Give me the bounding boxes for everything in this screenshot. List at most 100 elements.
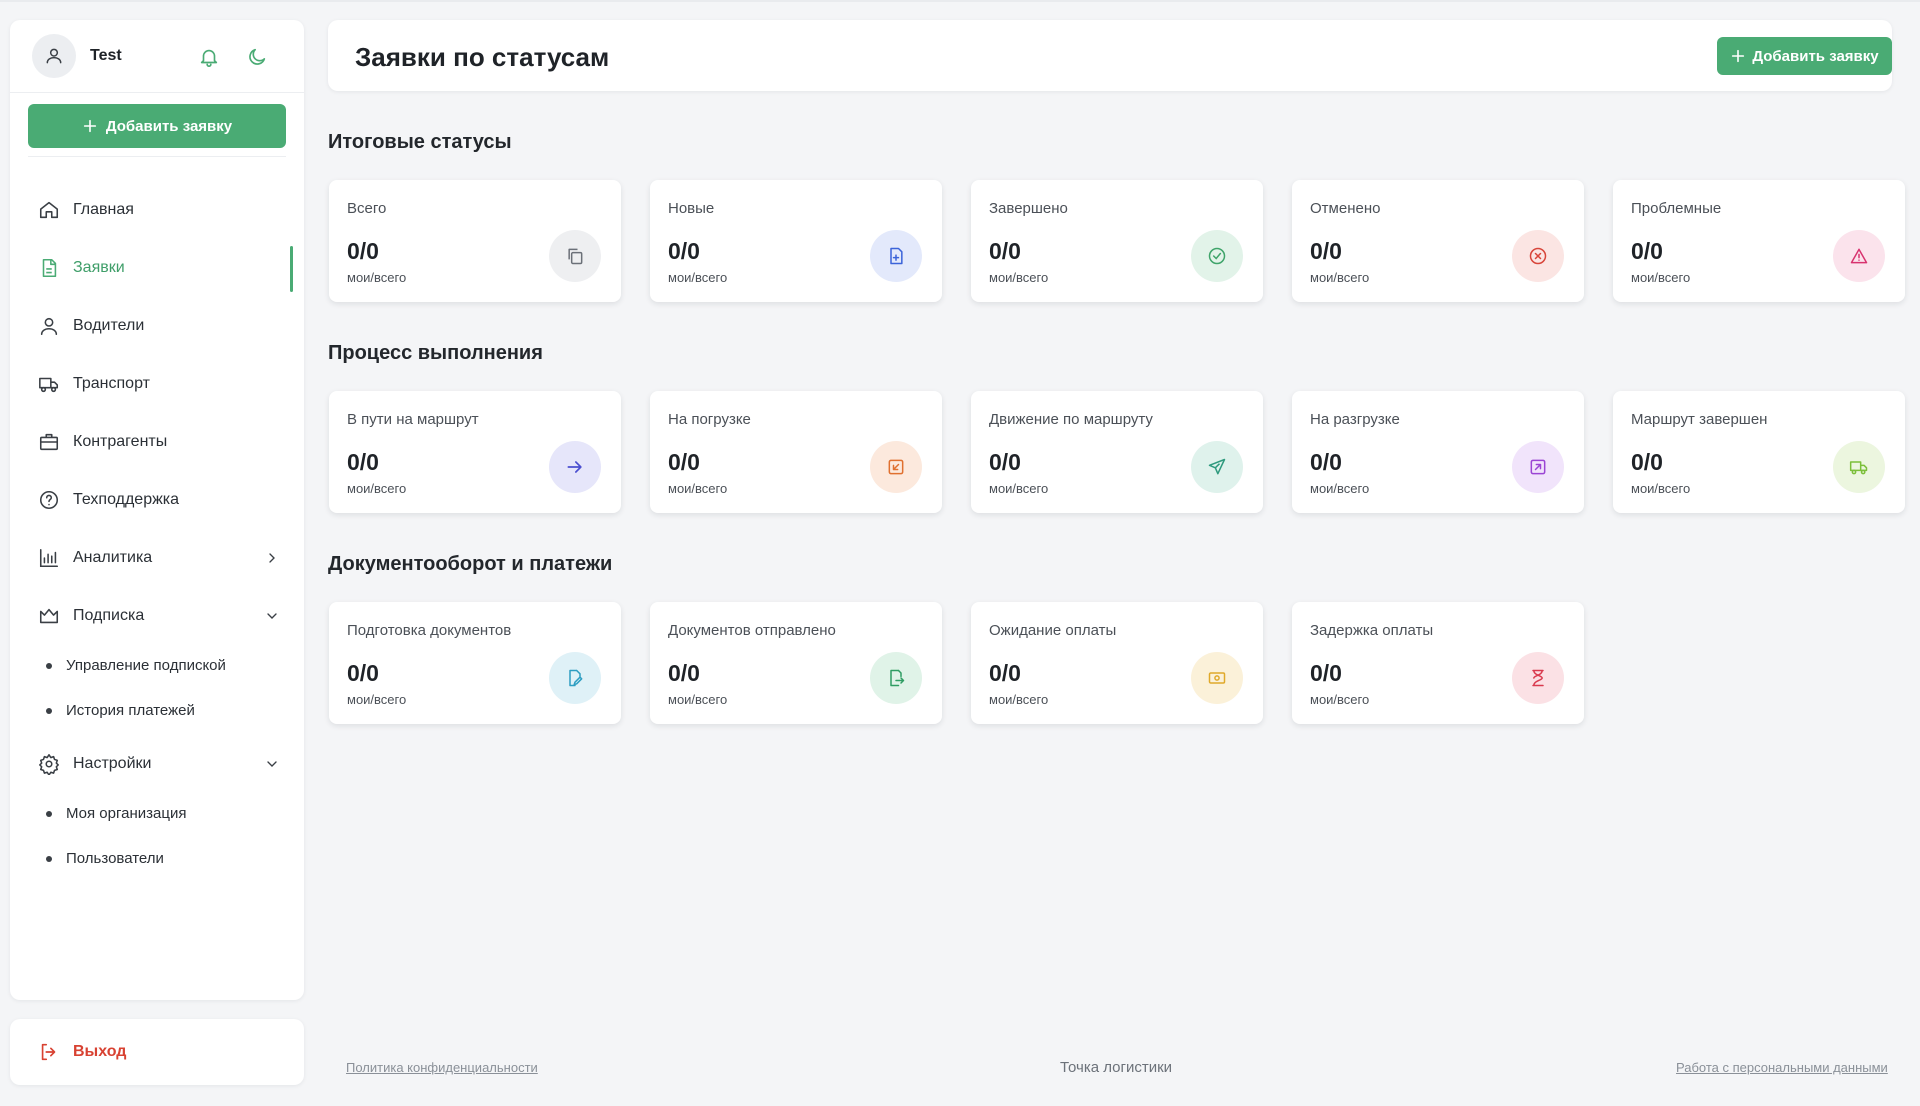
moon-icon[interactable]	[246, 46, 268, 68]
status-card-payment-delay[interactable]: Задержка оплаты 0/0 мои/всего	[1292, 602, 1584, 724]
card-icon-bubble	[549, 652, 601, 704]
card-subtitle: мои/всего	[668, 270, 728, 285]
card-value: 0/0	[1310, 238, 1342, 264]
card-value: 0/0	[989, 449, 1021, 475]
sub-item-label: История платежей	[66, 702, 195, 719]
sub-item-label: Пользователи	[66, 850, 164, 867]
nav-item-drivers[interactable]: Водители	[10, 304, 304, 348]
card-subtitle: мои/всего	[989, 481, 1049, 496]
card-icon-bubble	[870, 441, 922, 493]
bullet	[46, 811, 52, 817]
user-panel: Test	[10, 20, 304, 92]
add-request-label: Добавить заявку	[1752, 47, 1879, 65]
load-icon	[888, 459, 904, 475]
card-title: Задержка оплаты	[1310, 622, 1434, 639]
status-card-docs-sent[interactable]: Документов отправлено 0/0 мои/всего	[650, 602, 942, 724]
card-value: 0/0	[1310, 660, 1342, 686]
arrow-right-icon	[567, 461, 582, 473]
card-title: Маршрут завершен	[1631, 411, 1768, 428]
card-icon-bubble	[549, 441, 601, 493]
card-title: Ожидание оплаты	[989, 622, 1117, 639]
card-value: 0/0	[1631, 238, 1663, 264]
truck-icon	[39, 377, 59, 393]
card-icon-bubble	[1833, 441, 1885, 493]
status-card-completed[interactable]: Завершено 0/0 мои/всего	[971, 180, 1263, 302]
nav-item-label: Контрагенты	[73, 433, 168, 450]
card-subtitle: мои/всего	[1310, 692, 1370, 707]
card-icon-bubble	[870, 230, 922, 282]
briefcase-icon	[39, 433, 59, 451]
alert-icon	[1850, 248, 1868, 264]
section-title: Документооборот и платежи	[328, 553, 613, 575]
card-value: 0/0	[668, 238, 700, 264]
status-card-doc-preparation[interactable]: Подготовка документов 0/0 мои/всего	[329, 602, 621, 724]
section-title: Итоговые статусы	[328, 131, 512, 153]
card-value: 0/0	[668, 660, 700, 686]
card-subtitle: мои/всего	[1631, 481, 1691, 496]
crown-icon	[39, 608, 59, 624]
card-title: Всего	[347, 200, 387, 217]
nav-item-label: Техподдержка	[73, 491, 180, 508]
nav-item-counterparties[interactable]: Контрагенты	[10, 420, 304, 464]
bullet	[46, 663, 52, 669]
card-icon-bubble	[549, 230, 601, 282]
add-request-button[interactable]: Добавить заявку	[1717, 37, 1892, 75]
card-icon-bubble	[870, 652, 922, 704]
chevron-down-icon	[267, 613, 277, 619]
status-card-en-route[interactable]: В пути на маршрут 0/0 мои/всего	[329, 391, 621, 513]
nav-item-support[interactable]: Техподдержка	[10, 478, 304, 522]
logout-icon	[41, 1043, 56, 1061]
active-indicator	[290, 246, 293, 292]
status-card-new[interactable]: Новые 0/0 мои/всего	[650, 180, 942, 302]
card-title: На погрузке	[668, 411, 751, 428]
x-circle-icon	[1529, 247, 1547, 265]
card-title: В пути на маршрут	[347, 411, 479, 428]
card-icon-bubble	[1191, 230, 1243, 282]
logout-button[interactable]: Выход	[10, 1019, 304, 1085]
status-card-unloading[interactable]: На разгрузке 0/0 мои/всего	[1292, 391, 1584, 513]
status-card-route-movement[interactable]: Движение по маршруту 0/0 мои/всего	[971, 391, 1263, 513]
status-card-awaiting-payment[interactable]: Ожидание оплаты 0/0 мои/всего	[971, 602, 1263, 724]
add-request-button-sidebar[interactable]: Добавить заявку	[28, 104, 286, 148]
nav-item-home[interactable]: Главная	[10, 188, 304, 232]
card-value: 0/0	[668, 449, 700, 475]
nav-item-transport[interactable]: Транспорт	[10, 362, 304, 406]
user-name: Test	[90, 47, 122, 64]
status-card-problem[interactable]: Проблемные 0/0 мои/всего	[1613, 180, 1905, 302]
bell-icon[interactable]	[198, 46, 220, 68]
truck-icon	[1849, 461, 1868, 475]
nav-item-settings[interactable]: Настройки	[10, 742, 304, 786]
status-card-total[interactable]: Всего 0/0 мои/всего	[329, 180, 621, 302]
nav-item-analytics[interactable]: Аналитика	[10, 536, 304, 580]
card-title: Движение по маршруту	[989, 411, 1153, 428]
status-card-route-completed[interactable]: Маршрут завершен 0/0 мои/всего	[1613, 391, 1905, 513]
hourglass-icon	[1532, 669, 1544, 687]
divider	[28, 156, 286, 157]
card-icon-bubble	[1191, 441, 1243, 493]
copy-icon	[568, 248, 583, 265]
card-icon-bubble	[1512, 230, 1564, 282]
nav-item-label: Главная	[73, 201, 134, 218]
nav-item-requests[interactable]: Заявки	[10, 246, 304, 290]
nav-item-label: Транспорт	[73, 375, 150, 392]
card-subtitle: мои/всего	[1310, 481, 1370, 496]
privacy-policy-link[interactable]: Политика конфиденциальности	[346, 1060, 538, 1075]
card-title: Проблемные	[1631, 200, 1722, 217]
document-icon	[42, 258, 57, 278]
personal-data-link[interactable]: Работа с персональными данными	[1676, 1060, 1888, 1075]
nav-item-label: Аналитика	[73, 549, 153, 566]
nav-item-subscription[interactable]: Подписка	[10, 594, 304, 638]
card-icon-bubble	[1512, 652, 1564, 704]
file-plus-icon	[890, 247, 903, 265]
card-subtitle: мои/всего	[347, 481, 407, 496]
nav-item-label: Подписка	[73, 607, 145, 624]
card-subtitle: мои/всего	[668, 481, 728, 496]
card-icon-bubble	[1833, 230, 1885, 282]
bullet	[46, 856, 52, 862]
card-subtitle: мои/всего	[989, 270, 1049, 285]
status-card-loading[interactable]: На погрузке 0/0 мои/всего	[650, 391, 942, 513]
status-card-cancelled[interactable]: Отменено 0/0 мои/всего	[1292, 180, 1584, 302]
card-value: 0/0	[989, 238, 1021, 264]
unload-icon	[1530, 459, 1546, 475]
avatar[interactable]	[32, 34, 76, 78]
